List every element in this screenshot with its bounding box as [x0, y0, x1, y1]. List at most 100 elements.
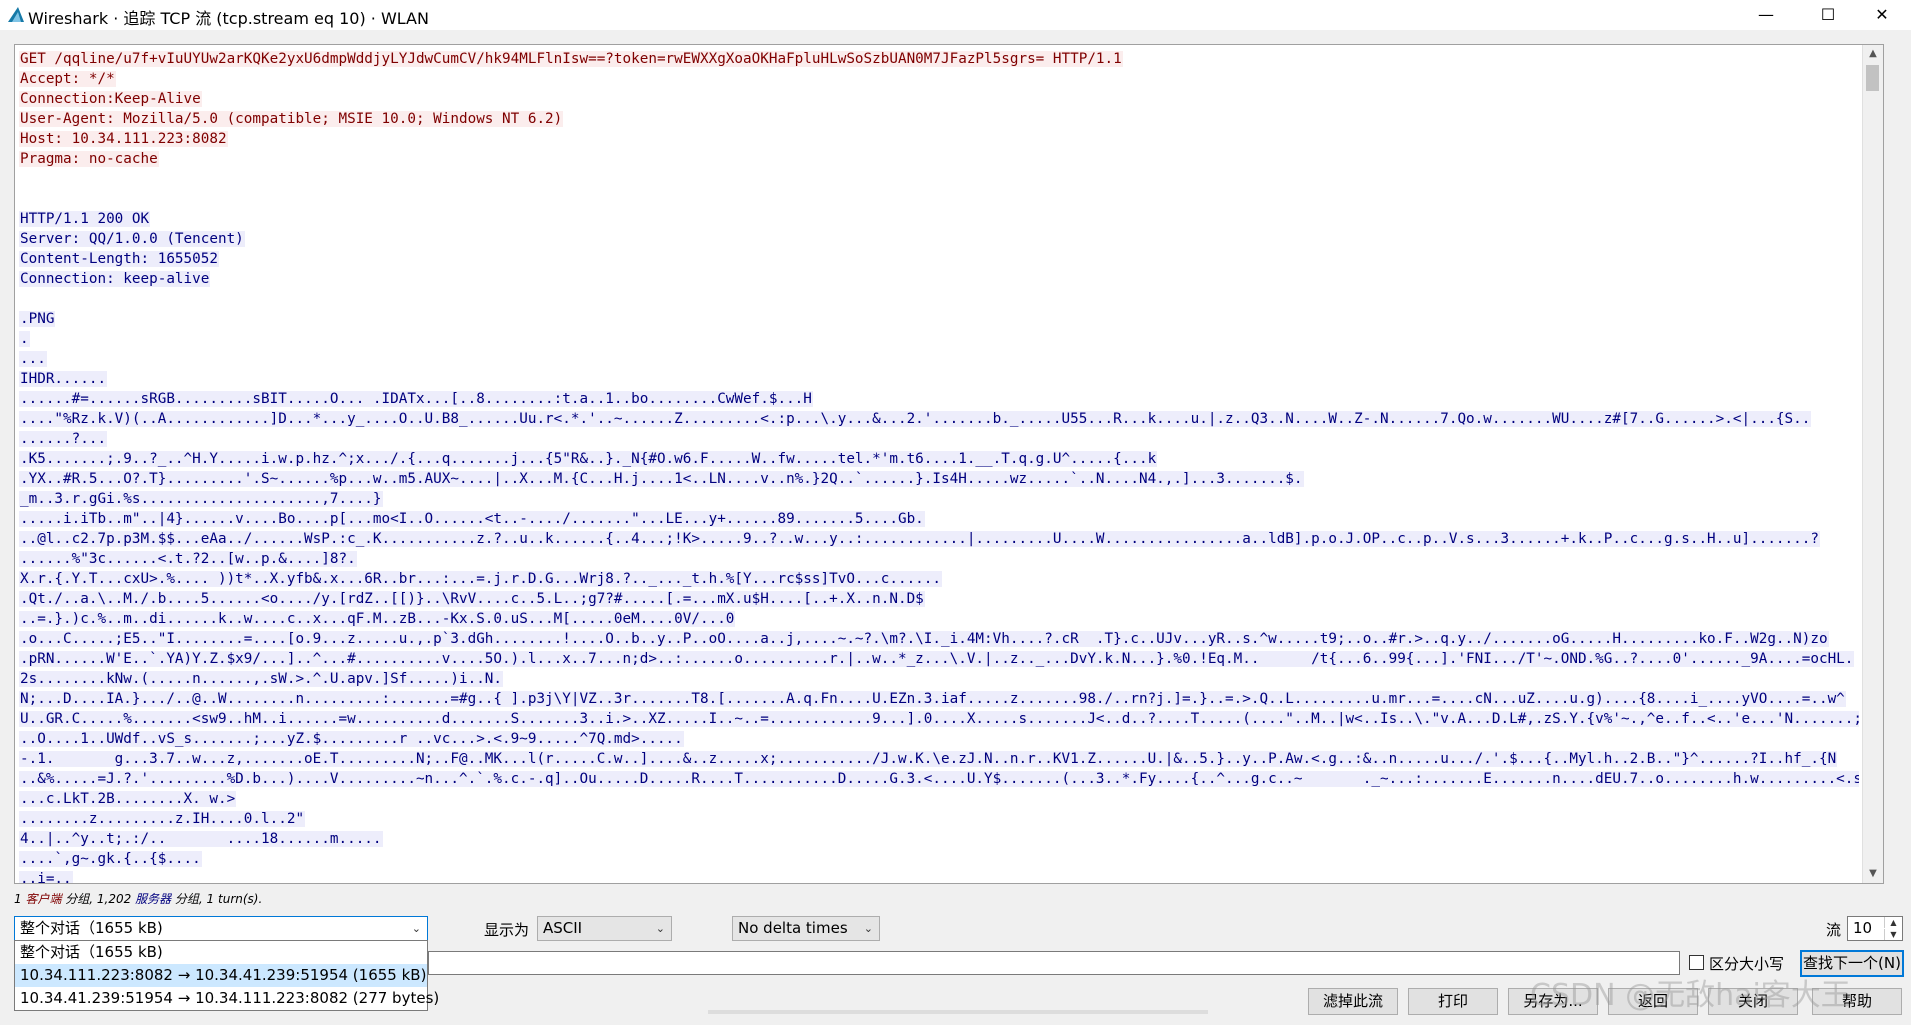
show-as-label: 显示为: [484, 921, 530, 939]
stream-line: ...: [19, 349, 1859, 369]
stream-line: HTTP/1.1 200 OK: [19, 209, 1859, 229]
stream-number-spinbox[interactable]: 10 ▲ ▼: [1847, 916, 1903, 941]
stream-line: ......%"3c......<.t.?2..[w..p.&....]8?.: [19, 549, 1859, 569]
stream-line: Accept: */*: [19, 69, 1859, 89]
stream-line: GET /qqline/u7f+vIuUYUw2arKQKe2yxU6dmpWd…: [19, 49, 1859, 69]
title-bar: Wireshark · 追踪 TCP 流 (tcp.stream eq 10) …: [0, 0, 1911, 30]
stream-line-text: Pragma: no-cache: [19, 151, 159, 167]
conversation-dropdown-list: 整个对话（1655 kB) 10.34.111.223:8082 → 10.34…: [14, 940, 439, 1011]
stream-line: 2s........kNw.(.....n......,.sW.>.^.U.ap…: [19, 669, 1859, 689]
stream-line-text: ..&%.....=J.?.'.........%D.b...)....V...…: [19, 771, 1859, 787]
stream-line: X.r.{.Y.T...cxU>.%.... ))t*..X.yfb&.x...…: [19, 569, 1859, 589]
vertical-scrollbar[interactable]: ▲ ▼: [1862, 45, 1883, 883]
stream-line-text: ..=.}.)c.%..m..di......k..w....c..x...qF…: [19, 611, 736, 627]
show-as-value: ASCII: [543, 919, 583, 937]
print-button[interactable]: 打印: [1408, 988, 1498, 1015]
resize-grip: [708, 1010, 1208, 1014]
find-input[interactable]: [428, 951, 1680, 975]
stream-line: .K5.......;.9..?_..^H.Y.....i.w.p.hz.^;x…: [19, 449, 1859, 469]
stream-line-text: ......%"3c......<.t.?2..[w..p.&....]8?.: [19, 551, 357, 567]
stream-line-text: Connection: keep-alive: [19, 271, 211, 287]
filter-out-button[interactable]: 滤掉此流: [1308, 988, 1398, 1015]
scroll-up-icon[interactable]: ▲: [1863, 45, 1883, 63]
stream-line: Connection:Keep-Alive: [19, 89, 1859, 109]
maximize-button[interactable]: ☐: [1799, 0, 1857, 30]
stream-line: Connection: keep-alive: [19, 269, 1859, 289]
stream-line-text: ........z.........z.IH....0.l..2": [19, 811, 306, 827]
stream-line-text: ......#=......sRGB.........sBIT.....O...…: [19, 391, 813, 407]
conversation-select[interactable]: 整个对话（1655 kB) ⌄: [14, 916, 428, 941]
summary-middle: 分组, 1,202: [61, 892, 136, 906]
stream-line-text: ...."%Rz.k.V)(..A............]D...*...y_…: [19, 411, 1812, 427]
stream-line: ..@l..c2.7p.p3M.$$...eAa../......WsP.:c_…: [19, 529, 1859, 549]
delta-times-select[interactable]: No delta times ⌄: [732, 916, 880, 941]
stream-line-text: [19, 291, 21, 307]
stream-line: ..=.}.)c.%..m..di......k..w....c..x...qF…: [19, 609, 1859, 629]
stream-line-text: .PNG: [19, 311, 56, 327]
stream-line: -.1. g...3.7..w...z,.......oE.T.........…: [19, 749, 1859, 769]
stream-line-text: .....i.iTb..m"..|4}......v....Bo....p[..…: [19, 511, 925, 527]
stream-line-text: Server: QQ/1.0.0 (Tencent): [19, 231, 245, 247]
stream-line: .: [19, 329, 1859, 349]
show-as-select[interactable]: ASCII ⌄: [537, 916, 672, 941]
wireshark-fin-icon: [8, 7, 24, 22]
stream-line-text: .YX..#R.5...O?.T}.........'.S~......%p..…: [19, 471, 1304, 487]
stream-line: Server: QQ/1.0.0 (Tencent): [19, 229, 1859, 249]
stream-line-text: Accept: */*: [19, 71, 116, 87]
scroll-thumb[interactable]: [1866, 65, 1879, 91]
stream-line-text: IHDR......: [19, 371, 108, 387]
stream-line-text: N;...D....IA.}.../..@..W........n.......…: [19, 691, 1846, 707]
summary-client-word: 客户端: [25, 892, 62, 906]
stream-line-text: .Qt./..a.\..M./.b....5......<o..../y.[rd…: [19, 591, 925, 607]
stream-line: N;...D....IA.}.../..@..W........n.......…: [19, 689, 1859, 709]
stream-line: .YX..#R.5...O?.T}.........'.S~......%p..…: [19, 469, 1859, 489]
stream-line-text: Content-Length: 1655052: [19, 251, 219, 267]
stream-line-text: GET /qqline/u7f+vIuUYUw2arKQKe2yxU6dmpWd…: [19, 51, 1123, 67]
stream-line: User-Agent: Mozilla/5.0 (compatible; MSI…: [19, 109, 1859, 129]
stream-line-text: U..GR.C.....%.......<sw9..hM..i......=w.…: [19, 711, 1859, 727]
spin-up-icon[interactable]: ▲: [1884, 917, 1902, 928]
stream-line: ......#=......sRGB.........sBIT.....O...…: [19, 389, 1859, 409]
chevron-down-icon: ⌄: [863, 922, 873, 935]
stream-line-text: Connection:Keep-Alive: [19, 91, 202, 107]
stream-line: .....i.iTb..m"..|4}......v....Bo....p[..…: [19, 509, 1859, 529]
conversation-option-all[interactable]: 整个对话（1655 kB): [15, 941, 427, 964]
close-button[interactable]: 关闭: [1708, 988, 1798, 1015]
stream-line: .o...C.....;E5.."I........=....[o.9...z.…: [19, 629, 1859, 649]
stream-line-text: ...c.LkT.2B........X. w.>: [19, 791, 237, 807]
find-next-button[interactable]: 查找下一个(N): [1800, 950, 1904, 977]
minimize-button[interactable]: —: [1737, 0, 1795, 30]
stream-line: [19, 189, 1859, 209]
stream-lines: GET /qqline/u7f+vIuUYUw2arKQKe2yxU6dmpWd…: [19, 49, 1859, 883]
stream-line-text: ....`,g~.gk.{..{$....: [19, 851, 202, 867]
stream-line-text: .pRN......W'E..`.YA)Y.Z.$x9/...]..^...#.…: [19, 651, 1855, 667]
close-window-button[interactable]: ✕: [1853, 0, 1911, 30]
spin-down-icon[interactable]: ▼: [1884, 929, 1902, 940]
stream-label: 流: [1826, 921, 1842, 939]
conversation-option-server-to-client[interactable]: 10.34.111.223:8082 → 10.34.41.239:51954 …: [15, 964, 427, 987]
stream-line-text: 2s........kNw.(.....n......,.sW.>.^.U.ap…: [19, 671, 504, 687]
help-button[interactable]: 帮助: [1812, 988, 1902, 1015]
save-as-button[interactable]: 另存为...: [1508, 988, 1598, 1015]
stream-text-area[interactable]: GET /qqline/u7f+vIuUYUw2arKQKe2yxU6dmpWd…: [14, 44, 1884, 884]
stream-line: ...c.LkT.2B........X. w.>: [19, 789, 1859, 809]
scroll-down-icon[interactable]: ▼: [1863, 865, 1883, 883]
stream-line: 4..|..^y..t;.:/.. ....18......m.....: [19, 829, 1859, 849]
case-sensitive-checkbox[interactable]: [1689, 955, 1704, 970]
stream-line: ........z.........z.IH....0.l..2": [19, 809, 1859, 829]
stream-line: ......?...: [19, 429, 1859, 449]
case-sensitive-label: 区分大小写: [1709, 955, 1785, 973]
stream-line-text: .o...C.....;E5.."I........=....[o.9...z.…: [19, 631, 1829, 647]
stream-line-text: X.r.{.Y.T...cxU>.%.... ))t*..X.yfb&.x...…: [19, 571, 942, 587]
stream-line-text: 4..|..^y..t;.:/.. ....18......m.....: [19, 831, 383, 847]
stream-line: .pRN......W'E..`.YA)Y.Z.$x9/...]..^...#.…: [19, 649, 1859, 669]
stream-line: _m..3.r.gGi.%s.....................,7...…: [19, 489, 1859, 509]
stream-line-text: ......?...: [19, 431, 108, 447]
summary-server-word: 服务器: [135, 892, 172, 906]
stream-line-text: Host: 10.34.111.223:8082: [19, 131, 228, 147]
back-button[interactable]: 返回: [1608, 988, 1698, 1015]
conversation-option-client-to-server[interactable]: 10.34.41.239:51954 → 10.34.111.223:8082 …: [15, 987, 439, 1010]
stream-line: ..&%.....=J.?.'.........%D.b...)....V...…: [19, 769, 1859, 789]
stream-line: IHDR......: [19, 369, 1859, 389]
stream-line: ....`,g~.gk.{..{$....: [19, 849, 1859, 869]
